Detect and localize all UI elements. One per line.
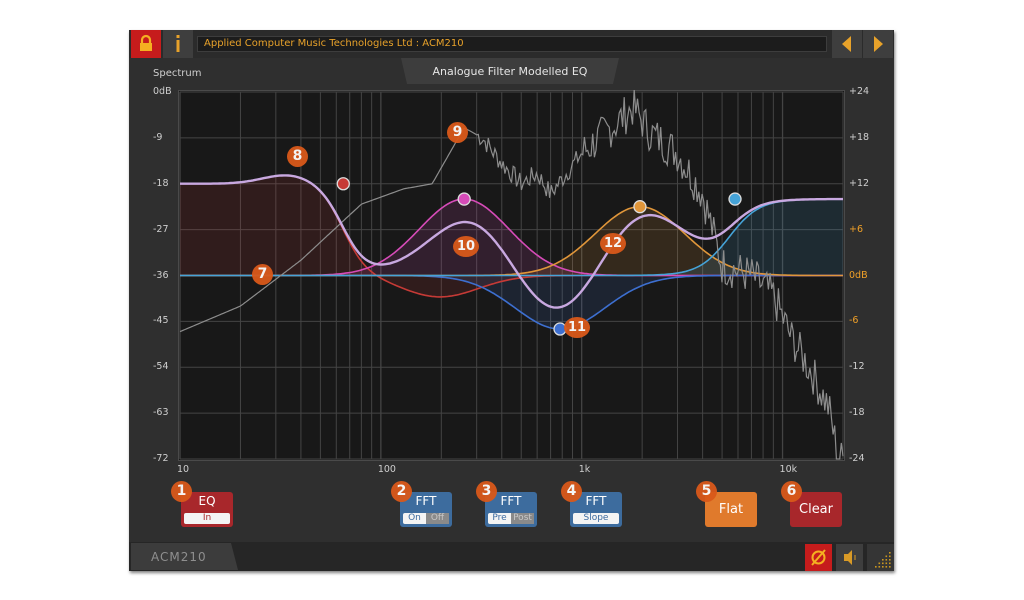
next-preset-button[interactable]: [863, 30, 893, 58]
freq-axis-tick: 10: [177, 464, 190, 475]
bottom-bar: ACM210: [129, 542, 894, 571]
grip-dot: [875, 566, 877, 568]
speaker-button[interactable]: [836, 544, 863, 571]
right-axis-tick: -18: [849, 407, 865, 419]
speaker-icon: [844, 550, 856, 565]
left-axis-tick: 0dB: [153, 86, 172, 97]
grip-dot: [885, 559, 888, 561]
left-axis-tick: -63: [153, 407, 169, 419]
fft-on-option[interactable]: On: [403, 513, 426, 524]
right-axis-tick: -12: [849, 361, 865, 373]
left-axis-tick: -72: [153, 453, 169, 464]
band-handle-1[interactable]: [336, 177, 350, 191]
info-button[interactable]: [163, 30, 193, 58]
freq-axis-tick: 100: [377, 464, 396, 475]
eq-state: In: [184, 513, 230, 524]
freq-axis-tick: 10k: [779, 464, 798, 475]
triangle-left-icon: [842, 36, 851, 52]
annotation-badge-1: 1: [171, 481, 192, 502]
annotation-badge-2: 2: [391, 481, 412, 502]
grip-dot: [882, 562, 884, 565]
grip-dot: [885, 562, 888, 565]
plugin-window: Applied Computer Music Technologies Ltd …: [129, 30, 894, 571]
band-handle-5[interactable]: [728, 192, 742, 206]
spectrum-axis-label: Spectrum: [153, 68, 202, 79]
phase-invert-icon: [811, 549, 826, 566]
fft-slope-state: Slope: [573, 513, 619, 524]
resize-grip[interactable]: [867, 544, 894, 571]
grip-dot: [889, 552, 891, 554]
right-axis-tick: +12: [849, 177, 870, 189]
annotation-badge-8: 8: [287, 146, 308, 167]
product-tab[interactable]: ACM210: [131, 543, 238, 570]
right-axis-tick: 0dB: [849, 269, 868, 281]
annotation-badge-11: 11: [564, 317, 590, 338]
eq-title: Analogue Filter Modelled EQ: [432, 65, 588, 78]
grip-dot: [889, 562, 891, 565]
resize-grip-icon: [875, 552, 891, 568]
previous-preset-button[interactable]: [832, 30, 862, 58]
freq-axis-tick: 1k: [578, 464, 591, 475]
fft-post-option[interactable]: Post: [511, 513, 534, 524]
grip-dot: [889, 555, 891, 558]
left-axis-tick: -36: [153, 269, 169, 281]
padlock-icon: [140, 34, 152, 51]
grip-dot: [878, 566, 881, 568]
band-handle-4[interactable]: [633, 200, 647, 214]
grip-dot: [889, 566, 891, 568]
top-toolbar: Applied Computer Music Technologies Ltd …: [129, 30, 894, 58]
annotation-badge-9: 9: [447, 122, 468, 143]
lock-button[interactable]: [131, 30, 161, 58]
annotation-badge-6: 6: [781, 481, 802, 502]
right-axis-tick: -24: [849, 453, 865, 464]
band-handle-2[interactable]: [457, 192, 471, 206]
annotation-badge-4: 4: [561, 481, 582, 502]
grip-dot: [889, 559, 891, 561]
eq-title-tab: Analogue Filter Modelled EQ: [401, 58, 619, 84]
phase-invert-button[interactable]: [805, 544, 832, 571]
right-axis-tick: +6: [849, 223, 864, 235]
left-axis-tick: -54: [153, 361, 169, 373]
eq-graph[interactable]: [178, 90, 845, 461]
annotation-badge-7: 7: [252, 264, 273, 285]
preset-title-field[interactable]: Applied Computer Music Technologies Ltd …: [197, 36, 827, 52]
annotation-badge-10: 10: [453, 236, 479, 257]
right-axis-tick: +18: [849, 131, 870, 143]
grip-dot: [882, 566, 884, 568]
right-axis-tick: +24: [849, 86, 870, 97]
info-icon: [176, 35, 180, 52]
fft-pre-option[interactable]: Pre: [488, 513, 511, 524]
annotation-badge-12: 12: [600, 233, 626, 254]
annotation-badge-3: 3: [476, 481, 497, 502]
annotation-badge-5: 5: [696, 481, 717, 502]
fft-off-option[interactable]: Off: [426, 513, 449, 524]
left-axis-tick: -27: [153, 223, 169, 235]
left-axis-tick: -9: [153, 131, 163, 143]
left-axis-tick: -45: [153, 315, 169, 327]
left-axis-tick: -18: [153, 177, 169, 189]
triangle-right-icon: [874, 36, 883, 52]
right-axis-tick: -6: [849, 315, 859, 327]
grip-dot: [885, 555, 888, 558]
product-name: ACM210: [151, 550, 207, 564]
grip-dot: [878, 562, 881, 565]
grip-dot: [882, 559, 884, 561]
grip-dot: [885, 566, 888, 568]
